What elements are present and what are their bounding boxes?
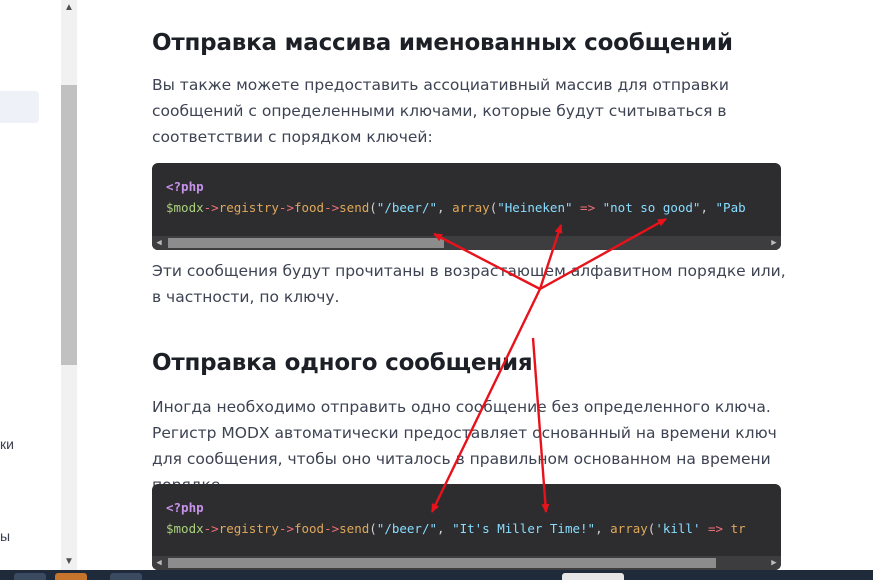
code-token: -> — [324, 200, 340, 215]
code-token: send — [339, 521, 370, 536]
sidebar-active-item[interactable] — [0, 91, 39, 123]
code-block-named-messages: <?php $modx->registry->food->send("/beer… — [152, 163, 781, 250]
code-line: $modx->registry->food->send("/beer/", ar… — [166, 198, 746, 218]
code-token: send — [339, 200, 370, 215]
code-token: "not so good" — [602, 200, 701, 215]
code-token: -> — [203, 521, 219, 536]
taskbar-app-icon[interactable] — [562, 573, 624, 580]
php-open-tag: <?php — [166, 500, 204, 515]
sidebar-scrollbar-thumb[interactable] — [61, 85, 77, 365]
scroll-right-arrow-icon[interactable]: ▶ — [767, 556, 781, 570]
code-token: registry — [218, 521, 279, 536]
taskbar-app-icon[interactable] — [110, 573, 142, 580]
code-token: => — [700, 521, 731, 536]
code-token: ( — [369, 521, 377, 536]
code-token: , — [595, 521, 611, 536]
scroll-down-arrow-icon[interactable]: ▼ — [61, 554, 77, 570]
code-token: -> — [203, 200, 219, 215]
code-token: , — [437, 521, 453, 536]
code-horizontal-scrollbar[interactable]: ◀ ▶ — [152, 236, 781, 250]
scroll-right-arrow-icon[interactable]: ▶ — [767, 236, 781, 250]
code-token: $modx — [166, 521, 204, 536]
left-sidebar: ки ы — [0, 0, 61, 570]
code-token: tr — [730, 521, 746, 536]
section-outro-named-messages: Эти сообщения будут прочитаны в возраста… — [152, 262, 786, 306]
scroll-left-arrow-icon[interactable]: ◀ — [152, 236, 166, 250]
taskbar-app-icon[interactable] — [14, 573, 46, 580]
code-token: "Pab — [715, 200, 746, 215]
section-intro-named-messages: Вы также можете предоставить ассоциативн… — [152, 76, 729, 146]
code-block-single-message: <?php $modx->registry->food->send("/beer… — [152, 484, 781, 570]
code-token: array — [610, 521, 648, 536]
section-title-named-messages: Отправка массива именованных сообщений — [152, 30, 733, 56]
php-open-tag: <?php — [166, 179, 204, 194]
section-title-single-message: Отправка одного сообщения — [152, 350, 533, 376]
code-token: "Heineken" — [497, 200, 573, 215]
code-token: "It's Miller Time!" — [452, 521, 596, 536]
sidebar-item-fragment-2[interactable]: ы — [0, 528, 10, 544]
code-scrollbar-thumb[interactable] — [168, 558, 716, 568]
code-token: => — [572, 200, 603, 215]
scroll-left-arrow-icon[interactable]: ◀ — [152, 556, 166, 570]
code-token: "/beer/" — [376, 200, 438, 215]
taskbar-app-icon[interactable] — [55, 573, 87, 580]
scroll-up-arrow-icon[interactable]: ▲ — [61, 0, 77, 16]
code-token: , — [700, 200, 716, 215]
code-token: ( — [369, 200, 377, 215]
main-content: Отправка массива именованных сообщений В… — [77, 0, 873, 570]
code-token: food — [293, 521, 325, 536]
code-scrollbar-thumb[interactable] — [168, 238, 444, 248]
code-token: food — [293, 200, 325, 215]
code-token: -> — [278, 521, 294, 536]
code-horizontal-scrollbar[interactable]: ◀ ▶ — [152, 556, 781, 570]
code-token: , — [437, 200, 453, 215]
code-token: array — [452, 200, 490, 215]
code-token: 'kill' — [655, 521, 701, 536]
section-intro-single-message: Иногда необходимо отправить одно сообщен… — [152, 398, 777, 494]
code-token: $modx — [166, 200, 204, 215]
code-token: "/beer/" — [376, 521, 438, 536]
sidebar-item-fragment-1[interactable]: ки — [0, 436, 14, 452]
code-token: registry — [218, 200, 279, 215]
sidebar-scrollbar[interactable]: ▲ ▼ — [61, 0, 77, 570]
code-token: -> — [324, 521, 340, 536]
code-token: -> — [278, 200, 294, 215]
code-line: $modx->registry->food->send("/beer/", "I… — [166, 519, 746, 539]
